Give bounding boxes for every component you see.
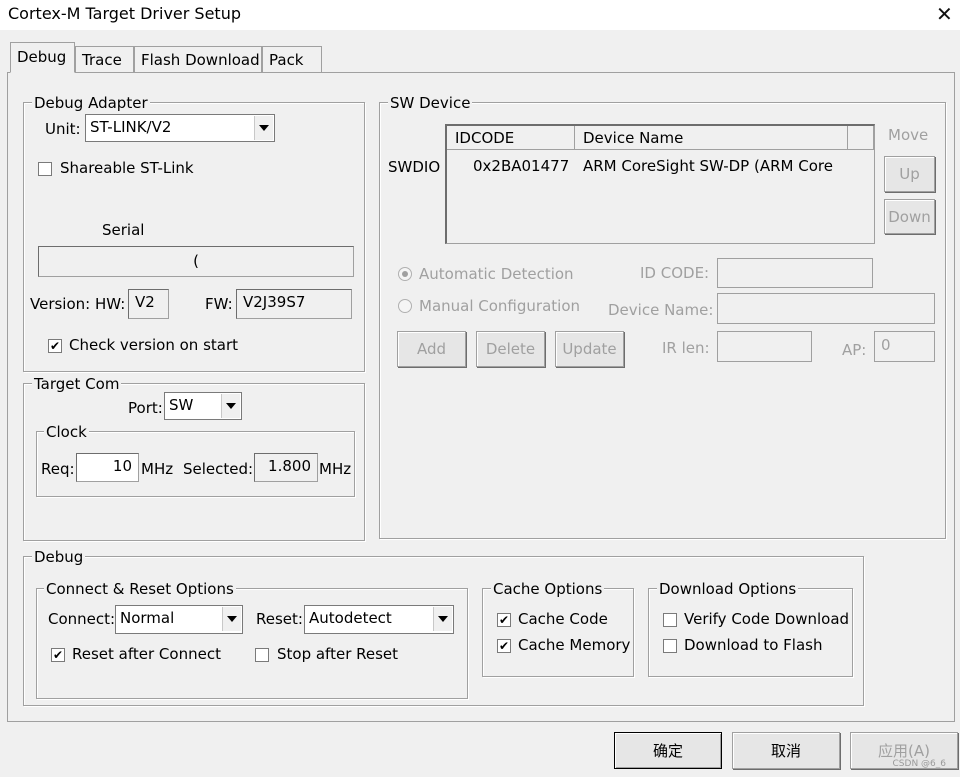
chevron-down-icon[interactable] [254,116,273,140]
cache-memory-label: Cache Memory [518,636,631,654]
clock-selected-field: 1.800 [254,453,318,482]
row-device-name: ARM CoreSight SW-DP (ARM Core [583,157,833,175]
clock-req-input[interactable]: 10 [76,453,139,482]
row-idcode: 0x2BA01477 [473,157,570,175]
port-value: SW [169,396,194,414]
cache-options-label: Cache Options [491,580,605,598]
download-options-group [648,588,853,677]
table-row[interactable]: 0x2BA01477 ARM CoreSight SW-DP (ARM Core [447,154,873,178]
update-button[interactable]: Update [555,331,624,367]
device-name-input[interactable] [717,293,935,324]
cache-options-group [482,588,634,677]
id-code-label: ID CODE: [640,264,710,282]
manual-config-radio[interactable] [398,299,412,313]
port-select[interactable]: SW [164,392,242,420]
chevron-down-icon[interactable] [221,394,240,418]
move-label: Move [888,126,929,144]
ok-button[interactable]: 确定 [614,732,722,769]
unit-select[interactable]: ST-LINK/V2 [85,114,275,142]
cache-memory-checkbox[interactable]: ✔ [497,639,511,653]
verify-download-label: Verify Code Download [684,610,850,628]
port-label: Port: [128,399,163,417]
move-up-button[interactable]: Up [884,156,935,192]
cancel-button[interactable]: 取消 [732,732,840,769]
swdio-label: SWDIO [388,158,441,176]
stop-after-reset-label: Stop after Reset [277,645,399,663]
check-version-checkbox[interactable]: ✔ [48,339,62,353]
cache-code-label: Cache Code [518,610,608,628]
connect-reset-label: Connect & Reset Options [44,580,236,598]
req-label: Req: [41,460,75,478]
stop-after-reset-checkbox[interactable] [255,648,269,662]
ap-input[interactable]: 0 [874,331,935,362]
connect-select[interactable]: Normal [115,605,243,634]
debug-adapter-label: Debug Adapter [32,94,150,112]
ir-len-label: IR len: [662,339,710,357]
id-code-input[interactable] [717,258,873,288]
shareable-stlink-checkbox[interactable] [38,162,52,176]
cache-code-checkbox[interactable]: ✔ [497,613,511,627]
chevron-down-icon[interactable] [222,607,241,631]
ap-label: AP: [842,341,867,359]
connect-value: Normal [120,609,175,627]
download-options-label: Download Options [657,580,799,598]
download-to-flash-checkbox[interactable] [663,639,677,653]
reset-label: Reset: [256,610,303,628]
tab-trace[interactable]: Trace [75,46,134,74]
column-header-device-name[interactable]: Device Name [575,126,848,150]
add-button[interactable]: Add [397,331,466,367]
unit-value: ST-LINK/V2 [90,118,172,136]
fw-version-field: V2J39S7 [236,289,352,319]
unit-label: Unit: [45,120,81,138]
title-bar: Cortex-M Target Driver Setup ✕ [0,0,960,30]
move-down-button[interactable]: Down [884,199,935,234]
debug-group-label: Debug [32,548,86,566]
manual-config-label: Manual Configuration [419,297,581,315]
column-header-blank [848,126,874,150]
debug-adapter-group [23,102,365,372]
hw-version-field: V2 [128,289,169,319]
fw-label: FW: [205,295,233,313]
reset-after-connect-label: Reset after Connect [72,645,221,663]
reset-after-connect-checkbox[interactable]: ✔ [51,648,65,662]
column-header-idcode[interactable]: IDCODE [447,126,575,150]
device-name-label: Device Name: [608,301,714,319]
tab-flash-download[interactable]: Flash Download [134,46,262,74]
shareable-stlink-label: Shareable ST-Link [60,159,194,177]
serial-field: ( [38,246,354,277]
clock-label: Clock [44,423,89,441]
auto-detection-radio[interactable] [398,267,412,281]
ir-len-input[interactable] [717,331,812,362]
reset-select[interactable]: Autodetect [304,605,454,634]
reset-value: Autodetect [309,609,392,627]
sw-device-label: SW Device [388,94,473,112]
chevron-down-icon[interactable] [433,607,452,631]
version-hw-label: Version: HW: [30,295,126,313]
req-unit: MHz [141,460,174,478]
watermark: CSDN @6_6 [892,759,946,769]
close-icon[interactable]: ✕ [936,2,953,26]
target-com-label: Target Com [32,375,122,393]
selected-unit: MHz [319,460,352,478]
check-version-label: Check version on start [69,336,239,354]
verify-download-checkbox[interactable] [663,613,677,627]
auto-detection-label: Automatic Detection [419,265,574,283]
download-to-flash-label: Download to Flash [684,636,823,654]
window-title: Cortex-M Target Driver Setup [8,4,241,23]
selected-label: Selected: [183,460,254,478]
sw-device-list[interactable]: IDCODE Device Name 0x2BA01477 ARM CoreSi… [445,124,875,244]
connect-label: Connect: [48,610,116,628]
tab-debug[interactable]: Debug [10,42,75,73]
delete-button[interactable]: Delete [476,331,545,367]
tab-pack[interactable]: Pack [262,46,322,74]
serial-label: Serial [102,221,145,239]
